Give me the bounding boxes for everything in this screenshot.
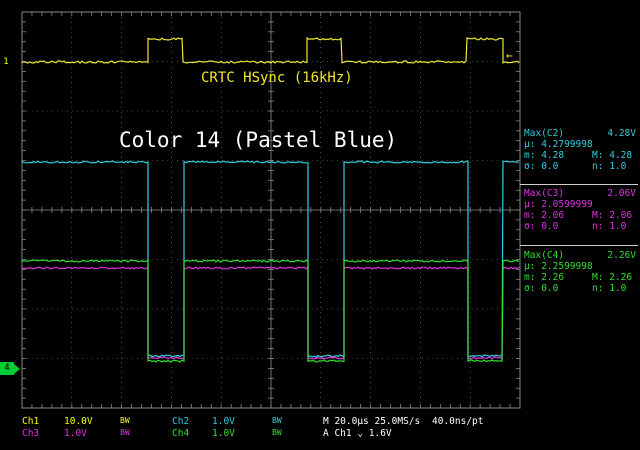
mu-value: 2.2599998 — [541, 261, 592, 272]
ch4-marker-arrow-icon — [14, 364, 20, 374]
max-label: M: — [592, 210, 603, 221]
ch1-hsync-trace — [22, 38, 519, 63]
sigma-value: 0.0 — [541, 161, 558, 172]
measurement-value: 2.26V — [607, 250, 636, 261]
mu-value: 2.0599999 — [541, 199, 592, 210]
measurement-divider — [520, 184, 638, 185]
n-label: n: — [592, 283, 603, 294]
measurement-c4: Max(C4) 2.26V µ: 2.2599998 m: 2.26 M: 2.26… — [524, 250, 640, 294]
min-label: m: — [524, 150, 535, 161]
sample-resolution: 40.0ns/pt — [432, 416, 483, 427]
min-value: 2.26 — [541, 272, 564, 283]
ch4-bw-limit: BW — [272, 428, 282, 437]
measurement-value: 2.06V — [607, 188, 636, 199]
max-label: M: — [592, 272, 603, 283]
min-value: 2.06 — [541, 210, 564, 221]
n-value: 1.0 — [609, 283, 626, 294]
ch1-ground-marker[interactable]: 1 — [0, 56, 12, 68]
ch1-label[interactable]: Ch1 — [22, 416, 39, 427]
hsync-annotation: CRTC HSync (16kHz) — [201, 70, 353, 86]
min-value: 4.28 — [541, 150, 564, 161]
n-label: n: — [592, 221, 603, 232]
ch4-scale[interactable]: 1.0V — [212, 428, 235, 439]
ch3-label[interactable]: Ch3 — [22, 428, 39, 439]
ch4-ground-marker[interactable]: 4 — [0, 362, 14, 375]
max-label: M: — [592, 150, 603, 161]
max-value: 2.26 — [609, 272, 632, 283]
measurement-c3: Max(C3) 2.06V µ: 2.0599999 m: 2.06 M: 2.06… — [524, 188, 640, 232]
ch2-label[interactable]: Ch2 — [172, 416, 189, 427]
status-bar: Ch1 10.0V BW Ch3 1.0V BW Ch2 1.0V BW Ch4… — [0, 410, 640, 450]
measurement-title: Max(C3) — [524, 188, 564, 199]
n-label: n: — [592, 161, 603, 172]
min-label: m: — [524, 272, 535, 283]
ch4-label[interactable]: Ch4 — [172, 428, 189, 439]
ch3-scale[interactable]: 1.0V — [64, 428, 87, 439]
mu-label: µ: — [524, 139, 535, 150]
n-value: 1.0 — [609, 161, 626, 172]
mu-label: µ: — [524, 261, 535, 272]
max-value: 2.06 — [609, 210, 632, 221]
sigma-value: 0.0 — [541, 221, 558, 232]
ch2-trace — [22, 161, 519, 357]
trigger-level-arrow-icon[interactable]: ← — [506, 49, 513, 62]
trigger-setting[interactable]: A Ch1 ⌄ 1.6V — [323, 428, 392, 439]
ch1-bw-limit: BW — [120, 416, 130, 425]
oscilloscope-screen: CRTC HSync (16kHz) Color 14 (Pastel Blue… — [0, 0, 640, 450]
sigma-label: σ: — [524, 283, 535, 294]
measurement-title: Max(C2) — [524, 128, 564, 139]
max-value: 4.28 — [609, 150, 632, 161]
color-annotation: Color 14 (Pastel Blue) — [119, 128, 397, 152]
ch3-trace — [22, 267, 519, 359]
mu-label: µ: — [524, 199, 535, 210]
min-label: m: — [524, 210, 535, 221]
sigma-label: σ: — [524, 161, 535, 172]
n-value: 1.0 — [609, 221, 626, 232]
ch4-trace — [22, 260, 519, 362]
measurement-divider — [520, 245, 638, 246]
measurement-value: 4.28V — [607, 128, 636, 139]
sigma-value: 0.0 — [541, 283, 558, 294]
ch2-scale[interactable]: 1.0V — [212, 416, 235, 427]
ch3-bw-limit: BW — [120, 428, 130, 437]
measurement-title: Max(C4) — [524, 250, 564, 261]
timebase[interactable]: M 20.0µs 25.0MS/s — [323, 416, 420, 427]
ch1-scale[interactable]: 10.0V — [64, 416, 93, 427]
mu-value: 4.2799998 — [541, 139, 592, 150]
ch2-bw-limit: BW — [272, 416, 282, 425]
measurement-c2: Max(C2) 4.28V µ: 4.2799998 m: 4.28 M: 4.28… — [524, 128, 640, 172]
sigma-label: σ: — [524, 221, 535, 232]
